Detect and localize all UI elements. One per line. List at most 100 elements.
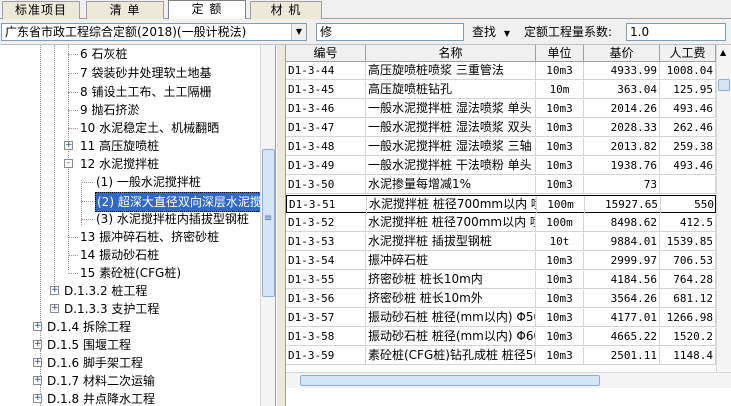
cell-labor: 764.28 bbox=[660, 271, 716, 289]
grid-vscrollbar[interactable]: ▲ bbox=[716, 45, 731, 372]
tab-bill[interactable]: 清 单 bbox=[86, 1, 164, 19]
expand-icon[interactable]: + bbox=[50, 304, 59, 313]
col-header-labor[interactable]: 人工费 bbox=[660, 45, 716, 62]
cell-unit: 10m3 bbox=[536, 62, 584, 80]
quota-library-value: 广东省市政工程综合定额(2018)(一般计税法) bbox=[5, 25, 247, 39]
find-label: 查找 bbox=[472, 25, 497, 39]
cell-labor: 1266.98 bbox=[660, 309, 716, 327]
cell-unit: 100m bbox=[537, 196, 585, 214]
col-header-name[interactable]: 名称 bbox=[366, 45, 536, 62]
cell-price: 4177.01 bbox=[584, 309, 660, 327]
table-row[interactable]: D1-3-50 水泥掺量每增减1% 10m3 73 bbox=[286, 176, 716, 194]
splitter[interactable] bbox=[277, 45, 286, 406]
cell-price: 15927.65 bbox=[585, 196, 661, 214]
cell-name: 挤密砂桩 桩长10m外 bbox=[366, 290, 536, 308]
table-row[interactable]: D1-3-59 素砼桩(CFG桩)钻孔成桩 桩径50 10m3 2501.11 1148… bbox=[286, 347, 716, 365]
cell-unit: 10m3 bbox=[536, 309, 584, 327]
cell-price: 2501.11 bbox=[584, 347, 660, 365]
cell-unit: 10m3 bbox=[536, 328, 584, 346]
col-header-unit[interactable]: 单位 bbox=[536, 45, 584, 62]
table-row[interactable]: D1-3-56 挤密砂桩 桩长10m外 10m3 3564.26 681.12 bbox=[286, 290, 716, 308]
tab-materials[interactable]: 材 机 bbox=[250, 1, 322, 19]
table-row[interactable]: D1-3-46 一般水泥搅拌桩 湿法喷浆 单头 10m3 2014.26 493.46 bbox=[286, 100, 716, 118]
table-row[interactable]: D1-3-44 高压旋喷桩喷浆 三重管法 10m3 4933.99 1008.04 bbox=[286, 62, 716, 80]
cell-name: 素砼桩(CFG桩)钻孔成桩 桩径50 bbox=[366, 347, 536, 365]
table-row[interactable]: D1-3-47 一般水泥搅拌桩 湿法喷浆 双头 10m3 2028.33 262.46 bbox=[286, 119, 716, 137]
tab-standard-items[interactable]: 标准项目 bbox=[2, 1, 80, 19]
expand-icon[interactable]: + bbox=[33, 394, 42, 403]
cell-code: D1-3-54 bbox=[286, 252, 366, 270]
table-row[interactable]: D1-3-45 高压旋喷桩钻孔 10m 363.04 125.95 bbox=[286, 81, 716, 99]
expand-icon[interactable]: + bbox=[50, 286, 59, 295]
cell-price: 9884.01 bbox=[584, 233, 660, 251]
cell-unit: 10m3 bbox=[536, 176, 584, 194]
cell-name: 高压旋喷桩喷浆 三重管法 bbox=[366, 62, 536, 80]
cell-unit: 10m3 bbox=[536, 290, 584, 308]
toolbar: 广东省市政工程综合定额(2018)(一般计税法) ▼ 修 查找 ▼ 定额工程量系… bbox=[0, 19, 731, 45]
cell-price: 1938.76 bbox=[584, 157, 660, 175]
cell-code: D1-3-55 bbox=[286, 271, 366, 289]
chevron-down-icon[interactable]: ▼ bbox=[291, 24, 306, 40]
cell-labor: 1539.85 bbox=[660, 233, 716, 251]
cell-price: 2014.26 bbox=[584, 100, 660, 118]
table-row[interactable]: D1-3-58 振动砂石桩 桩径(mm以内) Φ600 10m3 4665.22 152… bbox=[286, 328, 716, 346]
cell-name: 一般水泥搅拌桩 干法喷粉 单头 bbox=[366, 157, 536, 175]
table-row[interactable]: D1-3-51 水泥搅拌桩 桩径700mm以内 喷浆 100m 15927.65 550 bbox=[286, 195, 717, 214]
cell-name: 一般水泥搅拌桩 湿法喷浆 单头 bbox=[366, 100, 536, 118]
quota-grid: 编号 名称 单位 基价 人工费 D1-3-44 高压旋喷桩喷浆 三重管法 10m3 4… bbox=[286, 45, 731, 406]
grid-vscroll-thumb[interactable] bbox=[718, 79, 730, 91]
cell-code: D1-3-53 bbox=[286, 233, 366, 251]
grid-hscrollbar[interactable] bbox=[286, 372, 731, 388]
grid-hscroll-thumb[interactable] bbox=[300, 375, 600, 386]
find-button[interactable]: 查找 ▼ bbox=[472, 23, 510, 41]
arrow-up-icon[interactable]: ▲ bbox=[720, 48, 726, 57]
tab-bar: 标准项目 清 单 定 额 材 机 bbox=[0, 0, 731, 20]
cell-code: D1-3-44 bbox=[286, 62, 366, 80]
cell-code: D1-3-47 bbox=[286, 119, 366, 137]
cell-unit: 10m3 bbox=[536, 138, 584, 156]
cell-name: 一般水泥搅拌桩 湿法喷浆 三轴 bbox=[366, 138, 536, 156]
find-dropdown-icon: ▼ bbox=[503, 29, 510, 38]
cell-unit: 100m bbox=[536, 214, 584, 232]
tab-quota[interactable]: 定 额 bbox=[168, 0, 246, 20]
quota-library-select[interactable]: 广东省市政工程综合定额(2018)(一般计税法) ▼ bbox=[1, 23, 307, 41]
cell-name: 挤密砂桩 桩长10m内 bbox=[366, 271, 536, 289]
cell-name: 振动砂石桩 桩径(mm以内) Φ600 bbox=[366, 328, 536, 346]
table-row[interactable]: D1-3-57 振动砂石桩 桩径(mm以内) Φ500 10m3 4177.01 126… bbox=[286, 309, 716, 327]
expand-icon[interactable]: + bbox=[33, 376, 42, 385]
table-row[interactable]: D1-3-54 振冲碎石桩 10m3 2999.97 706.53 bbox=[286, 252, 716, 270]
coef-input[interactable]: 1.0 bbox=[626, 23, 726, 41]
table-row[interactable]: D1-3-48 一般水泥搅拌桩 湿法喷浆 三轴 10m3 2013.82 259.38 bbox=[286, 138, 716, 156]
cell-unit: 10m3 bbox=[536, 119, 584, 137]
expand-icon[interactable]: + bbox=[33, 340, 42, 349]
expand-icon[interactable]: + bbox=[64, 141, 73, 150]
table-row[interactable]: D1-3-53 水泥搅拌桩 插拔型钢桩 10t 9884.01 1539.85 bbox=[286, 233, 716, 251]
cell-labor: 1520.2 bbox=[660, 328, 716, 346]
cell-name: 振动砂石桩 桩径(mm以内) Φ500 bbox=[366, 309, 536, 327]
cell-name: 振冲碎石桩 bbox=[366, 252, 536, 270]
cell-labor: 262.46 bbox=[660, 119, 716, 137]
grip-icon: ≡ bbox=[264, 213, 273, 224]
expand-icon[interactable]: + bbox=[33, 322, 42, 331]
table-row[interactable]: D1-3-52 水泥搅拌桩 桩径700mm以内 喷浆 100m 8498.62 412.… bbox=[286, 214, 716, 232]
cell-price: 2028.33 bbox=[584, 119, 660, 137]
table-row[interactable]: D1-3-49 一般水泥搅拌桩 干法喷粉 单头 10m3 1938.76 493.46 bbox=[286, 157, 716, 175]
cell-labor: 550 bbox=[661, 196, 717, 214]
table-row[interactable]: D1-3-55 挤密砂桩 桩长10m内 10m3 4184.56 764.28 bbox=[286, 271, 716, 289]
cell-code: D1-3-59 bbox=[286, 347, 366, 365]
expand-icon[interactable]: + bbox=[33, 358, 42, 367]
tree-scrollbar[interactable]: ≡ bbox=[260, 45, 275, 406]
cell-code: D1-3-51 bbox=[287, 196, 367, 214]
cell-code: D1-3-45 bbox=[286, 81, 366, 99]
cell-code: D1-3-46 bbox=[286, 100, 366, 118]
col-header-code[interactable]: 编号 bbox=[286, 45, 366, 62]
cell-unit: 10t bbox=[536, 233, 584, 251]
search-input[interactable]: 修 bbox=[316, 23, 464, 41]
collapse-icon[interactable]: - bbox=[64, 159, 73, 168]
cell-labor bbox=[660, 176, 716, 194]
col-header-price[interactable]: 基价 bbox=[584, 45, 660, 62]
cell-unit: 10m3 bbox=[536, 252, 584, 270]
cell-code: D1-3-48 bbox=[286, 138, 366, 156]
cell-code: D1-3-58 bbox=[286, 328, 366, 346]
cell-labor: 259.38 bbox=[660, 138, 716, 156]
